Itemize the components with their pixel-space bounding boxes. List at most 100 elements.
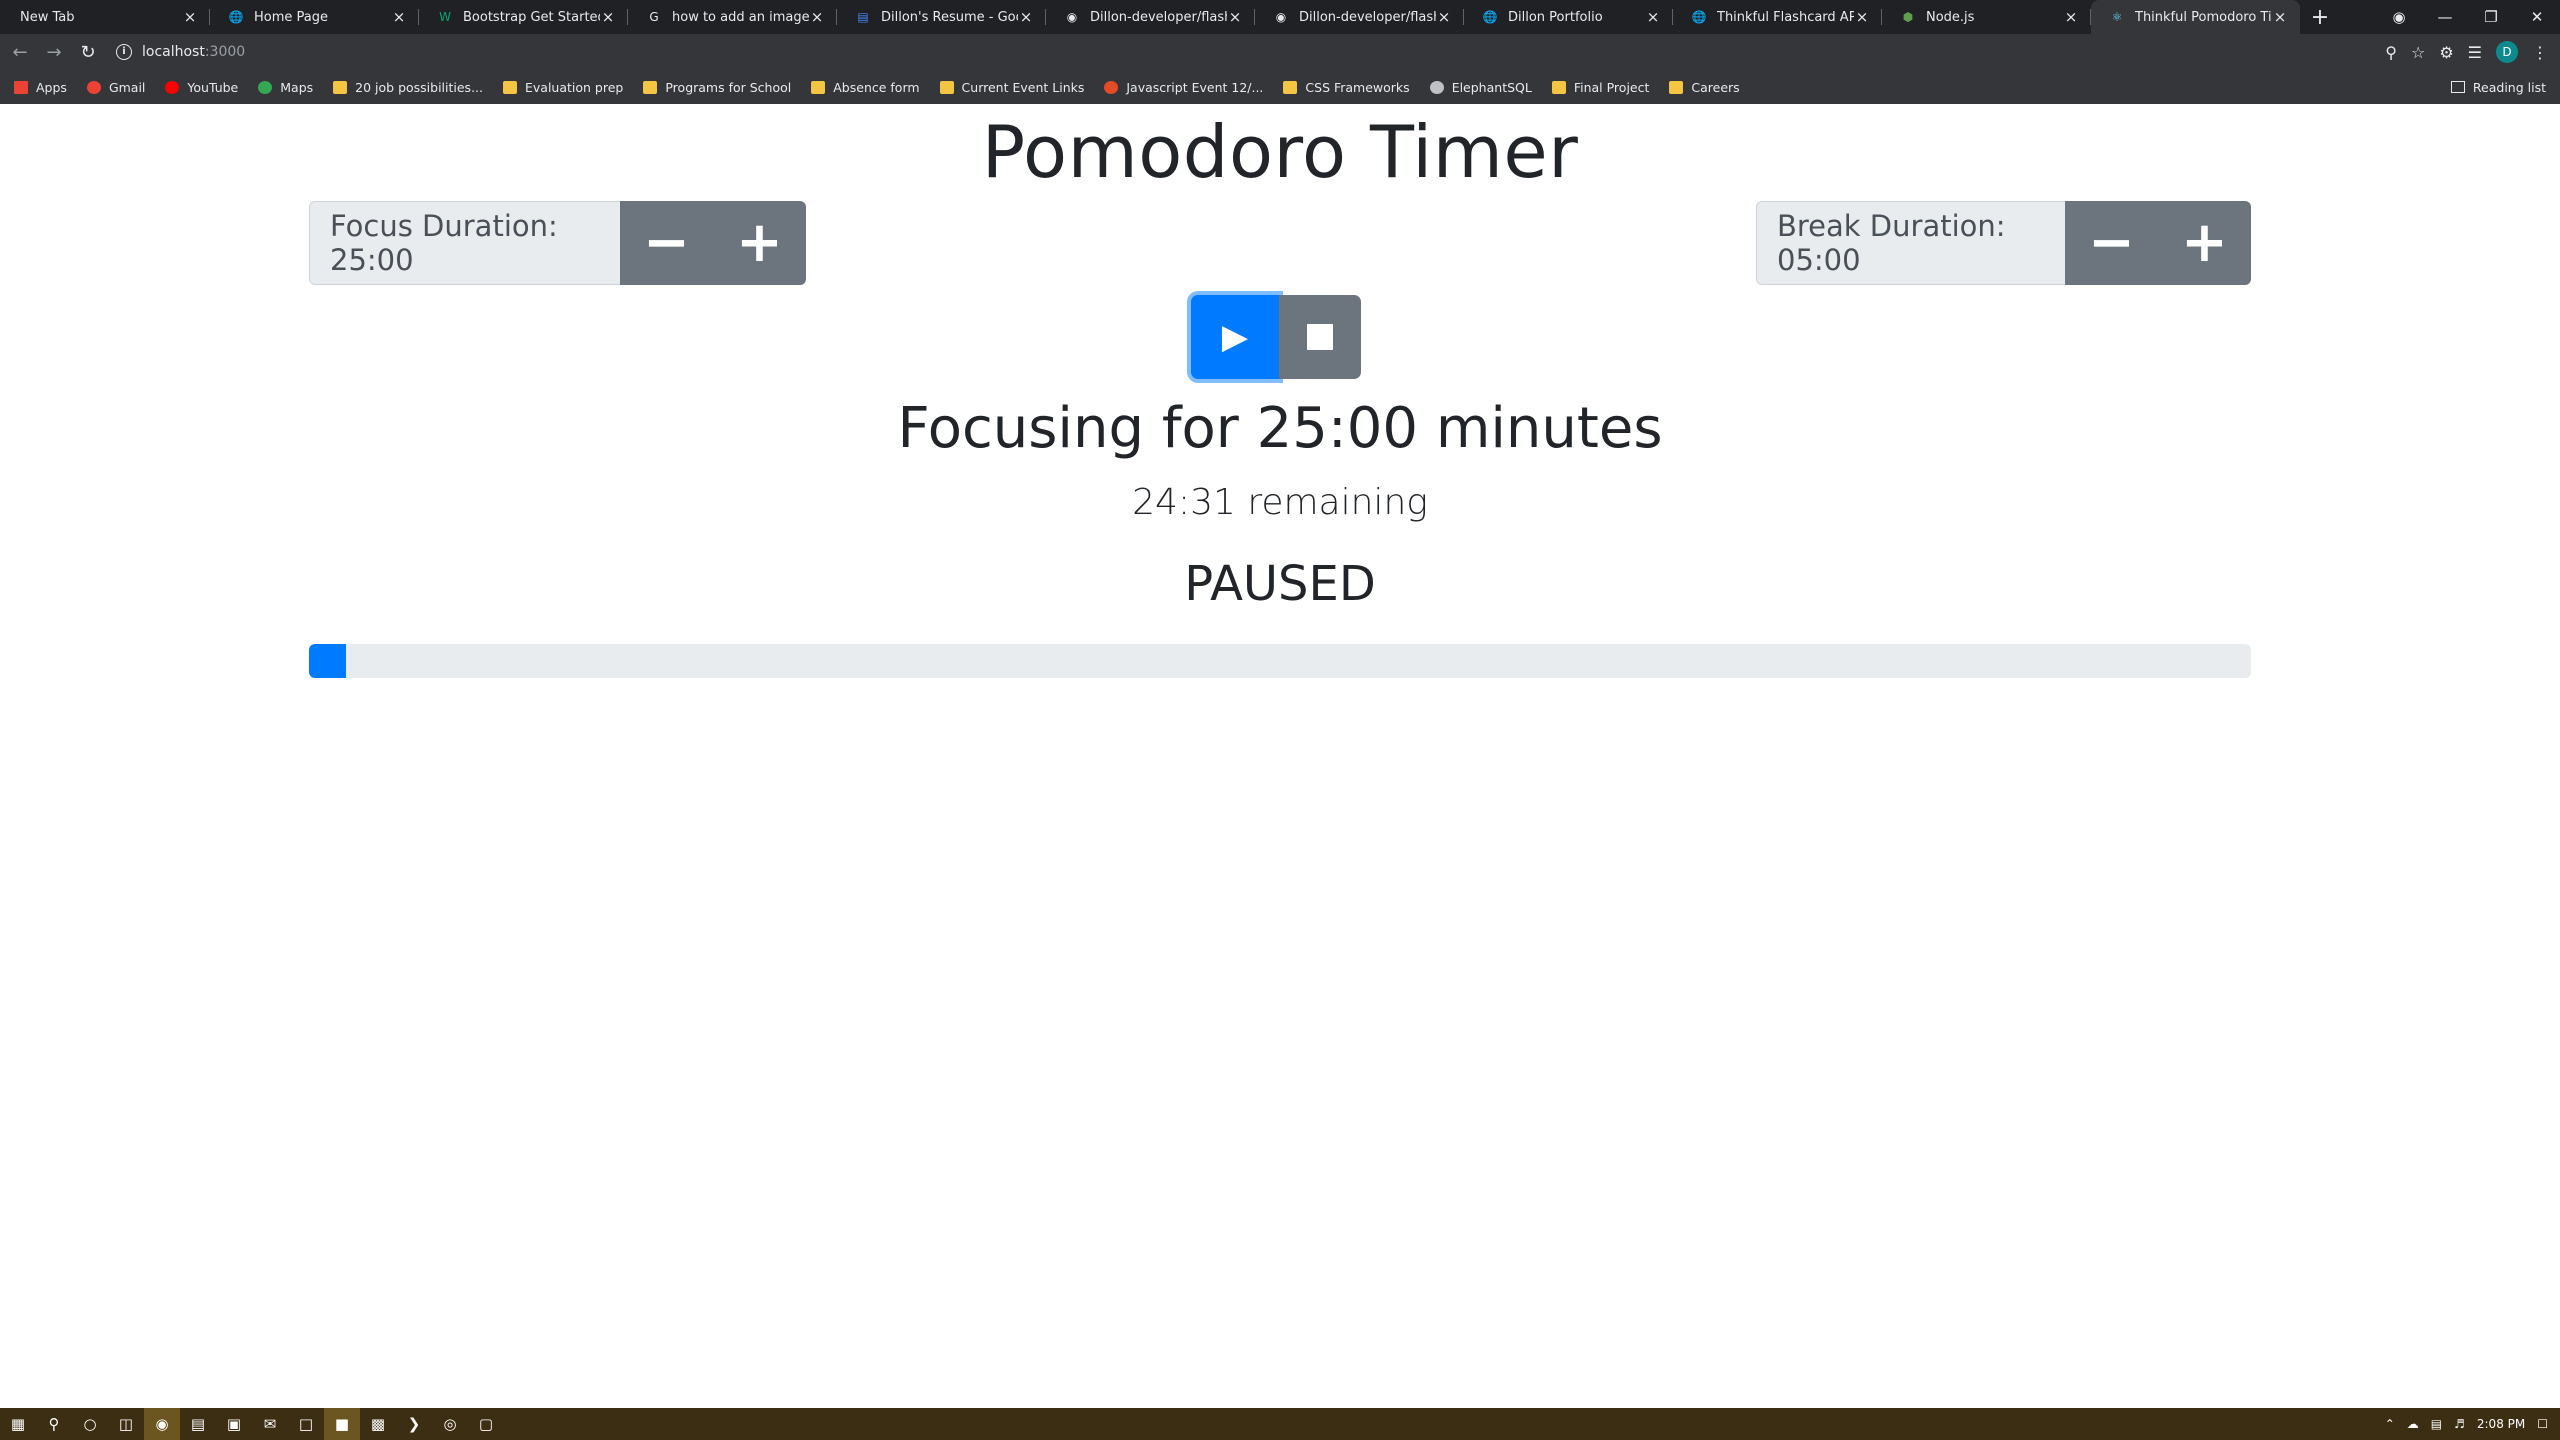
close-icon[interactable]: × (1645, 9, 1661, 25)
tab-title: New Tab (20, 9, 75, 25)
tray-chevron-icon[interactable]: ⌃ (2385, 1417, 2395, 1431)
bookmark-label: Current Event Links (961, 79, 1085, 95)
cortana-icon[interactable]: ○ (72, 1408, 108, 1440)
browser-tab[interactable]: W Bootstrap Get Started × (419, 0, 628, 34)
new-tab-button[interactable]: + (2300, 0, 2340, 34)
close-icon[interactable]: × (182, 9, 198, 25)
task-view-icon[interactable]: ◫ (108, 1408, 144, 1440)
tab-title: Dillon-developer/flashcard (1299, 9, 1436, 25)
browser-tab[interactable]: ◉ Dillon-developer/flashcard× (1255, 0, 1464, 34)
bookmark-item[interactable]: Apps (14, 80, 67, 95)
decrease-focus-button[interactable]: − (620, 201, 713, 285)
media-queue-icon[interactable]: ☰ (2468, 43, 2482, 62)
address-bar[interactable]: i localhost:3000 (116, 38, 245, 66)
bookmark-item[interactable]: Javascript Event 12/... (1104, 80, 1263, 95)
onedrive-icon[interactable]: ☁ (2407, 1417, 2419, 1431)
bookmark-item[interactable]: Final Project (1551, 79, 1650, 95)
photoshop-icon[interactable]: ▢ (468, 1408, 504, 1440)
close-icon[interactable]: × (1854, 9, 1870, 25)
close-icon[interactable]: × (600, 9, 616, 25)
bookmark-item[interactable]: YouTube (165, 80, 238, 95)
address-host: localhost (142, 44, 205, 60)
bookmark-item[interactable]: Absence form (811, 80, 920, 95)
bookmark-item[interactable]: Gmail (86, 79, 146, 95)
tab-active[interactable]: ⚛ Thinkful Pomodoro Timer× (2091, 0, 2300, 34)
bookmark-label: CSS Frameworks (1305, 79, 1410, 95)
close-icon[interactable]: × (2272, 9, 2288, 25)
gmail-icon (86, 80, 101, 94)
store-icon[interactable]: ▣ (216, 1408, 252, 1440)
browser-tab[interactable]: ⬢ Node.js × (1882, 0, 2091, 34)
close-icon[interactable]: × (391, 9, 407, 25)
zoom-icon[interactable]: ⚲ (2385, 43, 2397, 62)
increase-break-button[interactable]: + (2158, 201, 2251, 285)
file-explorer-icon[interactable]: ▤ (180, 1408, 216, 1440)
play-pause-button[interactable]: ▶ (1191, 295, 1279, 379)
browser-tab[interactable]: 🌐 Dillon Portfolio × (1464, 0, 1673, 34)
maps-icon (258, 80, 273, 94)
browser-tab[interactable]: ◉ Dillon-developer/flashcard× (1046, 0, 1255, 34)
bookmark-item[interactable]: ElephantSQL (1429, 79, 1532, 95)
bookmark-item[interactable]: CSS Frameworks (1283, 79, 1410, 95)
bookmark-label: YouTube (187, 79, 239, 95)
bookmark-label: Final Project (1573, 79, 1650, 95)
office-icon[interactable]: □ (288, 1408, 324, 1440)
bookmark-item[interactable]: Programs for School (643, 80, 791, 95)
profile-avatar[interactable]: D (2496, 41, 2518, 63)
menu-kebab-icon[interactable]: ⋮ (2532, 43, 2548, 62)
close-window-icon[interactable]: ✕ (2514, 8, 2560, 26)
bookmark-item[interactable]: 20 job possibilities... (333, 80, 483, 95)
globe-icon: 🌐 (228, 10, 244, 24)
restore-icon[interactable]: ❐ (2468, 8, 2514, 26)
reading-list-button[interactable]: Reading list (2450, 70, 2546, 104)
browser-tab[interactable]: ▤ Dillon's Resume - Google D× (837, 0, 1046, 34)
close-icon[interactable]: × (809, 9, 825, 25)
forward-icon[interactable]: → (40, 38, 68, 66)
minus-icon: − (643, 210, 690, 275)
calculator-icon[interactable]: ▩ (360, 1408, 396, 1440)
windows-start-icon[interactable]: ▦ (0, 1408, 36, 1440)
close-icon[interactable]: × (2063, 9, 2079, 25)
increase-focus-button[interactable]: + (713, 201, 806, 285)
reload-icon[interactable]: ↻ (74, 38, 102, 66)
minimize-icon[interactable]: — (2422, 8, 2468, 26)
extensions-icon[interactable]: ⚙ (2439, 43, 2453, 62)
bookmark-item[interactable]: Evaluation prep (503, 80, 623, 95)
network-icon[interactable]: ▤ (2431, 1417, 2442, 1431)
browser-tab[interactable]: New Tab × (0, 0, 210, 34)
vscode-icon[interactable]: ❯ (396, 1408, 432, 1440)
chrome-taskbar-icon[interactable]: ◉ (144, 1408, 180, 1440)
volume-icon[interactable]: ♬ (2454, 1417, 2465, 1431)
close-icon[interactable]: × (1018, 9, 1034, 25)
browser-tab[interactable]: 🌐 Thinkful Flashcard API × (1673, 0, 1882, 34)
tab-search-icon[interactable]: ◉ (2376, 8, 2422, 26)
bookmark-item[interactable]: Maps (258, 80, 313, 95)
notifications-icon[interactable]: ☐ (2537, 1417, 2548, 1431)
bookmark-item[interactable]: Careers (1669, 80, 1740, 95)
site-info-icon[interactable]: i (116, 44, 132, 60)
back-icon[interactable]: ← (6, 38, 34, 66)
clock[interactable]: 2:08 PM (2477, 1417, 2525, 1431)
bookmark-item[interactable]: Current Event Links (939, 79, 1085, 95)
bookmark-label: Apps (36, 79, 67, 95)
bookmark-star-icon[interactable]: ☆ (2411, 43, 2425, 62)
play-icon: ▶ (1221, 317, 1249, 357)
session-heading: Focusing for 25:00 minutes (897, 396, 1663, 461)
mail-icon[interactable]: ✉ (252, 1408, 288, 1440)
search-icon[interactable]: ⚲ (36, 1408, 72, 1440)
decrease-break-button[interactable]: − (2065, 201, 2158, 285)
close-icon[interactable]: × (1227, 9, 1243, 25)
stop-button[interactable] (1279, 295, 1361, 379)
chrome-icon[interactable]: ◎ (432, 1408, 468, 1440)
folder-icon (643, 80, 658, 94)
sticky-notes-icon[interactable]: ■ (324, 1408, 360, 1440)
bookmark-label: ElephantSQL (1451, 79, 1532, 95)
browser-tab[interactable]: Ghow to add an image file to× (628, 0, 837, 34)
minus-icon: − (2088, 210, 2135, 275)
browser-tab[interactable]: 🌐 Home Page × (210, 0, 419, 34)
close-icon[interactable]: × (1436, 9, 1452, 25)
tab-title: Thinkful Pomodoro Timer (2135, 9, 2272, 25)
google-icon: G (649, 10, 659, 24)
bookmark-label: Gmail (108, 79, 146, 95)
timer-controls: ▶ (1191, 295, 1361, 379)
